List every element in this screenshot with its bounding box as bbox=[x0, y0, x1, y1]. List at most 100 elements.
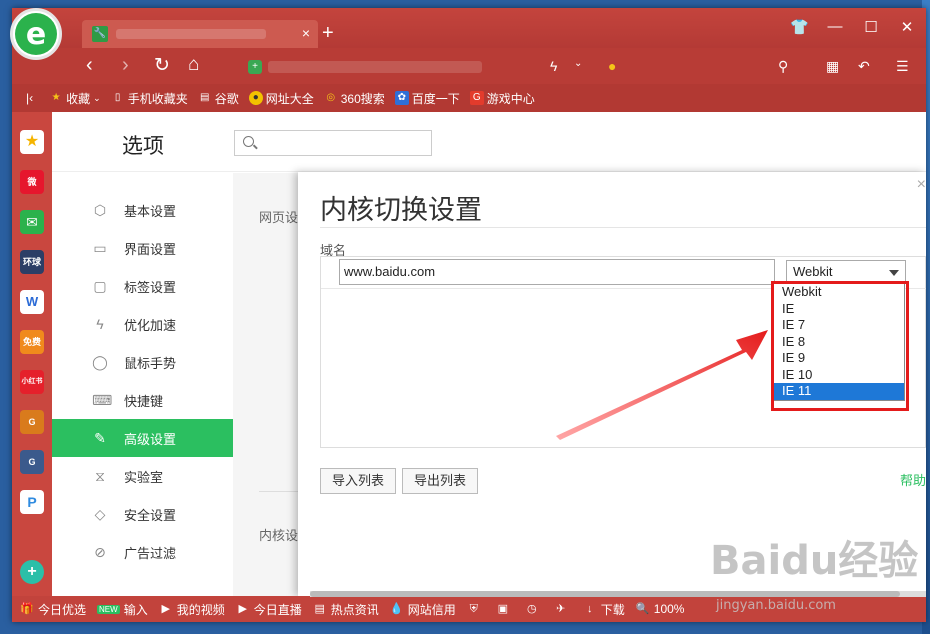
bookmark-mobile[interactable]: ▯ 手机收藏夹 bbox=[111, 90, 188, 107]
menu-icon[interactable]: ☰ bbox=[896, 58, 909, 75]
favorites-app-icon[interactable]: ★ bbox=[20, 130, 44, 154]
engine-select[interactable]: Webkit bbox=[786, 260, 906, 284]
sidebar-toggle-icon[interactable]: |‹ bbox=[26, 91, 33, 105]
options-nav-item[interactable]: ✎ 高级设置 bbox=[52, 419, 233, 457]
home-button[interactable]: ⌂ bbox=[188, 54, 199, 76]
horizontal-scrollbar[interactable] bbox=[310, 591, 926, 597]
browser-tab[interactable]: 🔧 × bbox=[82, 20, 318, 48]
nav-item-label: 广告过滤 bbox=[124, 545, 177, 561]
engine-option[interactable]: Webkit bbox=[774, 284, 904, 301]
domain-input[interactable]: www.baidu.com bbox=[339, 259, 775, 285]
close-icon[interactable]: × bbox=[917, 176, 926, 194]
options-nav-item[interactable]: ⊘ 广告过滤 bbox=[52, 533, 233, 571]
news-app-icon[interactable]: 环球 bbox=[20, 250, 44, 274]
nav-item-label: 标签设置 bbox=[124, 279, 177, 295]
back-button[interactable]: ‹ bbox=[86, 54, 93, 77]
search-icon bbox=[243, 136, 254, 147]
bookmark-favorites[interactable]: ★ 收藏 ⌄ bbox=[49, 90, 101, 107]
close-window-button[interactable]: ✕ bbox=[898, 18, 916, 36]
status-item-label: 热点资讯 bbox=[330, 602, 379, 617]
status-item[interactable]: ◷ bbox=[525, 602, 543, 616]
novel-app-icon[interactable]: 免费 bbox=[20, 330, 44, 354]
nav-item-label: 界面设置 bbox=[124, 241, 177, 257]
options-nav-item[interactable]: ϟ 优化加速 bbox=[52, 305, 233, 343]
status-item[interactable]: ✈ bbox=[554, 602, 572, 616]
status-item[interactable]: 🔍 100% bbox=[636, 602, 685, 616]
bookmark-google[interactable]: ▤ 谷歌 bbox=[198, 90, 239, 107]
engine-option[interactable]: IE 11 bbox=[774, 383, 904, 400]
search-engine-icon[interactable]: ● bbox=[608, 58, 616, 74]
status-item-label: 100% bbox=[653, 602, 685, 616]
bookmark-games[interactable]: G 游戏中心 bbox=[469, 90, 535, 107]
status-item-label: 下载 bbox=[600, 602, 625, 617]
nav-item-label: 实验室 bbox=[124, 469, 164, 485]
nav-item-label: 优化加速 bbox=[124, 317, 177, 333]
engine-option[interactable]: IE bbox=[774, 301, 904, 318]
status-item[interactable]: ▣ bbox=[496, 602, 514, 616]
game2-app-icon[interactable]: G bbox=[20, 450, 44, 474]
status-item-icon: ▶ bbox=[161, 603, 170, 615]
nav-item-label: 快捷键 bbox=[124, 393, 164, 409]
status-item-icon: ◷ bbox=[526, 603, 537, 615]
status-item[interactable]: ▶ 我的视频 bbox=[159, 601, 225, 618]
status-item[interactable]: ⛨ bbox=[467, 602, 485, 616]
tab-close-icon[interactable]: × bbox=[302, 25, 310, 41]
title-bar: 🔧 × + 👕 — ☐ ✕ bbox=[12, 8, 926, 48]
globe-icon: ● bbox=[248, 91, 263, 105]
skin-icon[interactable]: 👕 bbox=[790, 18, 809, 36]
lightning-icon[interactable]: ϟ bbox=[550, 58, 557, 74]
scrollbar-thumb[interactable] bbox=[310, 591, 900, 597]
status-item-label: 网站信用 bbox=[407, 602, 456, 617]
status-item-icon: ▤ bbox=[314, 603, 325, 615]
options-nav-item[interactable]: ⬡ 基本设置 bbox=[52, 191, 233, 229]
options-search-input[interactable] bbox=[234, 130, 432, 156]
search-icon[interactable]: ⚲ bbox=[778, 58, 788, 75]
chevron-down-icon[interactable]: ⌄ bbox=[574, 58, 582, 69]
status-item[interactable]: ▤ 热点资讯 bbox=[313, 601, 379, 618]
status-item-label: 今日优选 bbox=[38, 602, 87, 617]
add-app-icon[interactable]: + bbox=[20, 560, 44, 584]
help-link[interactable]: 帮助 bbox=[900, 470, 926, 489]
security-shield-icon: + bbox=[248, 60, 262, 74]
baidu-paw-icon: ✿ bbox=[394, 91, 409, 105]
maximize-button[interactable]: ☐ bbox=[862, 18, 880, 36]
bookmark-hao[interactable]: ● 网址大全 bbox=[248, 90, 314, 107]
browser-logo[interactable]: e bbox=[10, 8, 62, 60]
undo-icon[interactable]: ↶ bbox=[858, 58, 870, 75]
word-app-icon[interactable]: W bbox=[20, 290, 44, 314]
options-nav-item[interactable]: ◇ 安全设置 bbox=[52, 495, 233, 533]
options-nav-item[interactable]: ⌨ 快捷键 bbox=[52, 381, 233, 419]
engine-option[interactable]: IE 9 bbox=[774, 350, 904, 367]
mail-app-icon[interactable]: ✉ bbox=[20, 210, 44, 234]
nav-item-label: 基本设置 bbox=[124, 203, 177, 219]
pp-app-icon[interactable]: P bbox=[20, 490, 44, 514]
nav-item-icon: ⧖ bbox=[95, 468, 105, 484]
status-item[interactable]: 🎁 今日优选 bbox=[20, 601, 86, 618]
refresh-button[interactable]: ↻ bbox=[154, 54, 170, 77]
section-label-web: 网页设 bbox=[259, 210, 299, 225]
engine-option[interactable]: IE 7 bbox=[774, 317, 904, 334]
export-list-button[interactable]: 导出列表 bbox=[402, 468, 479, 494]
options-nav-item[interactable]: ▢ 标签设置 bbox=[52, 267, 233, 305]
bookmark-baidu[interactable]: ✿ 百度一下 bbox=[394, 90, 460, 107]
new-tab-button[interactable]: + bbox=[322, 22, 334, 45]
options-nav-item[interactable]: ⧖ 实验室 bbox=[52, 457, 233, 495]
engine-option[interactable]: IE 8 bbox=[774, 334, 904, 351]
import-list-button[interactable]: 导入列表 bbox=[320, 468, 397, 494]
forward-button[interactable]: › bbox=[122, 54, 129, 77]
options-nav-item[interactable]: ▭ 界面设置 bbox=[52, 229, 233, 267]
bookmark-360search[interactable]: ◎ 360搜索 bbox=[324, 90, 384, 107]
status-item[interactable]: ↓ 下载 bbox=[583, 601, 625, 618]
status-item-label: 我的视频 bbox=[176, 602, 225, 617]
options-nav-item[interactable]: ◯ 鼠标手势 bbox=[52, 343, 233, 381]
status-item[interactable]: 💧 网站信用 bbox=[390, 601, 456, 618]
status-item[interactable]: NEW 输入 bbox=[97, 601, 148, 618]
minimize-button[interactable]: — bbox=[826, 18, 844, 36]
status-item[interactable]: ▶ 今日直播 bbox=[236, 601, 301, 618]
apps-grid-icon[interactable]: ▦ bbox=[826, 58, 839, 75]
address-bar[interactable] bbox=[268, 61, 482, 73]
engine-option[interactable]: IE 10 bbox=[774, 367, 904, 384]
xiaohongshu-app-icon[interactable]: 小红书 bbox=[20, 370, 44, 394]
game1-app-icon[interactable]: G bbox=[20, 410, 44, 434]
weibo-app-icon[interactable]: 微 bbox=[20, 170, 44, 194]
